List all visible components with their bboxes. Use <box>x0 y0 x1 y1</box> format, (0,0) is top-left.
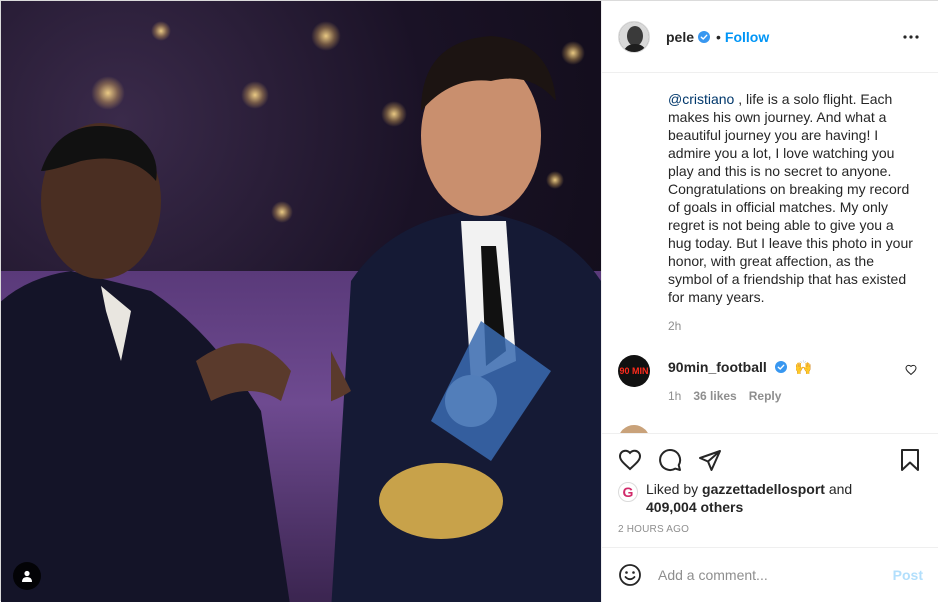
likes-middle: and <box>824 481 853 497</box>
likes-prefix: Liked by <box>646 481 703 497</box>
comment-item: 90 MIN 90min_football 🙌 1h 36 likes Repl… <box>618 355 923 405</box>
follow-button[interactable]: Follow <box>725 29 769 45</box>
post-timestamp[interactable]: 2 hours ago <box>618 524 689 535</box>
add-comment-bar: Post <box>602 547 938 602</box>
avatar[interactable] <box>618 20 650 53</box>
photo-light <box>91 76 125 110</box>
comment-user-line: 90min_football 🙌 <box>668 359 812 376</box>
photo-light <box>241 81 269 109</box>
comments-scroll-area[interactable]: @cristiano , life is a solo flight. Each… <box>602 73 938 433</box>
post-author-username[interactable]: pele <box>666 29 694 45</box>
comment-icon[interactable] <box>658 448 682 472</box>
photo-person-left <box>1 123 291 602</box>
post-caption: @cristiano , life is a solo flight. Each… <box>668 90 918 306</box>
verified-badge-icon <box>774 361 787 373</box>
photo-person-right <box>331 36 601 602</box>
liker-avatar-letter: G <box>622 484 634 500</box>
comment-meta: 1h 36 likes Reply <box>668 389 781 403</box>
share-icon[interactable] <box>698 448 722 472</box>
liker-username[interactable]: gazzettadellosport <box>702 481 825 497</box>
photo-light <box>151 21 171 41</box>
verified-badge-icon <box>698 30 711 43</box>
post-comment-button[interactable]: Post <box>893 567 923 583</box>
post-actions: G Liked by gazzettadellosport and 409,004… <box>602 433 938 547</box>
comment-avatar[interactable]: 90 MIN <box>618 355 650 387</box>
post-header: pele • Follow <box>602 1 938 73</box>
comment-avatar-text: 90 MIN <box>619 365 649 376</box>
caption-text: , life is a solo flight. Each makes his … <box>668 91 913 305</box>
likes-text: Liked by gazzettadellosport and 409,004 o… <box>646 480 876 516</box>
comment-likes[interactable]: 36 likes <box>693 389 736 403</box>
caption-age[interactable]: 2h <box>668 319 681 333</box>
more-options-icon[interactable] <box>899 28 923 46</box>
bookmark-icon[interactable] <box>898 448 922 472</box>
caption-mention[interactable]: @cristiano <box>668 91 734 107</box>
liker-avatar[interactable]: G <box>618 482 638 502</box>
comment-avatar[interactable] <box>618 425 650 433</box>
comment-age[interactable]: 1h <box>668 389 681 403</box>
post-photo[interactable] <box>1 1 601 602</box>
heart-icon[interactable] <box>905 364 917 376</box>
likes-summary: G Liked by gazzettadellosport and 409,004… <box>618 480 876 516</box>
comment-input[interactable] <box>658 567 893 583</box>
likes-count[interactable]: 409,004 others <box>646 499 743 515</box>
emoji-icon[interactable] <box>618 563 642 587</box>
user-tag-icon[interactable] <box>13 562 41 590</box>
comment-text: 🙌 <box>794 359 813 375</box>
instagram-post: pele • Follow @cristiano , life is a sol… <box>0 0 938 602</box>
reply-button[interactable]: Reply <box>749 389 782 403</box>
separator-dot: • <box>716 28 721 45</box>
post-side-panel: pele • Follow @cristiano , life is a sol… <box>601 1 938 602</box>
comment-username[interactable]: 90min_football <box>668 359 767 375</box>
heart-icon[interactable] <box>618 448 642 472</box>
